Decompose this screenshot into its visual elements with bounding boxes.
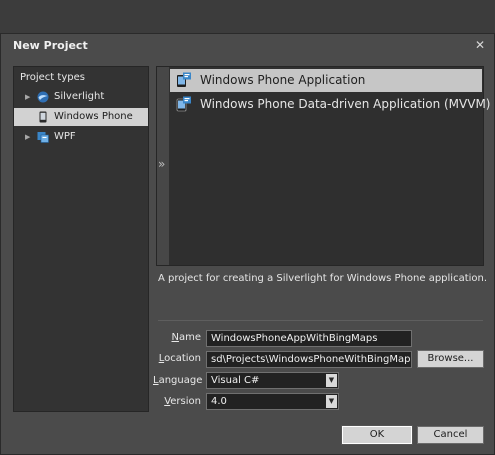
expand-arrow-icon[interactable]: ▶: [25, 88, 30, 106]
name-label-accelerator: N: [171, 332, 179, 343]
version-label-text: ersion: [170, 396, 201, 407]
browse-button[interactable]: Browse...: [417, 350, 484, 368]
version-label: Version: [153, 396, 201, 407]
expand-arrow-icon[interactable]: ▶: [25, 128, 30, 146]
template-description: A project for creating a Silverlight for…: [158, 273, 488, 284]
phone-icon: [39, 111, 47, 123]
template-windows-phone-application[interactable]: Windows Phone Application: [170, 69, 482, 92]
dialog-title: New Project: [13, 39, 88, 52]
project-types-heading: Project types: [20, 72, 85, 83]
language-select[interactable]: Visual C# ▼: [206, 372, 339, 389]
templates-panel: » Windows Phone Application Windows Phon…: [156, 66, 491, 266]
chevron-down-icon[interactable]: ▼: [326, 395, 337, 408]
name-label: Name: [153, 332, 201, 343]
template-label: Windows Phone Data-driven Application (M…: [200, 97, 491, 111]
dialog-titlebar: New Project ✕: [1, 34, 494, 58]
version-select[interactable]: 4.0 ▼: [206, 393, 339, 410]
tree-item-wpf[interactable]: ▶ WPF: [14, 128, 148, 146]
template-label: Windows Phone Application: [200, 73, 366, 87]
background-band: [0, 0, 495, 33]
tree-item-windows-phone[interactable]: Windows Phone: [14, 108, 148, 126]
new-project-dialog: New Project ✕ Project types ▶ Silverligh…: [0, 33, 495, 455]
chevron-down-icon[interactable]: ▼: [326, 374, 337, 387]
silverlight-icon: [37, 91, 49, 103]
version-value: 4.0: [211, 396, 227, 407]
tree-item-silverlight[interactable]: ▶ Silverlight: [14, 88, 148, 106]
tree-item-label: WPF: [54, 131, 76, 142]
location-label-text: ocation: [164, 353, 201, 364]
language-label-text: anguage: [158, 375, 203, 386]
ok-button[interactable]: OK: [342, 426, 412, 444]
divider: [158, 320, 483, 321]
template-data-driven-application[interactable]: Windows Phone Data-driven Application (M…: [170, 93, 491, 116]
cancel-button[interactable]: Cancel: [417, 426, 484, 444]
location-label: Location: [153, 353, 201, 364]
double-chevron-icon[interactable]: »: [158, 157, 165, 171]
language-value: Visual C#: [211, 375, 260, 386]
name-label-text: ame: [178, 332, 201, 343]
collapse-strip[interactable]: »: [157, 67, 169, 265]
wpf-icon: [37, 132, 49, 143]
language-label: Language: [153, 375, 203, 386]
tree-item-label: Silverlight: [54, 91, 105, 102]
location-input[interactable]: sd\Projects\WindowsPhoneWithBingMaps\: [206, 351, 412, 368]
tree-item-label: Windows Phone: [54, 111, 133, 122]
phone-app-icon: [176, 96, 191, 112]
project-types-panel: Project types ▶ Silverlight Windows Phon…: [13, 66, 149, 412]
name-input[interactable]: WindowsPhoneAppWithBingMaps: [206, 330, 412, 347]
close-icon[interactable]: ✕: [473, 38, 487, 52]
phone-app-icon: [177, 72, 191, 87]
